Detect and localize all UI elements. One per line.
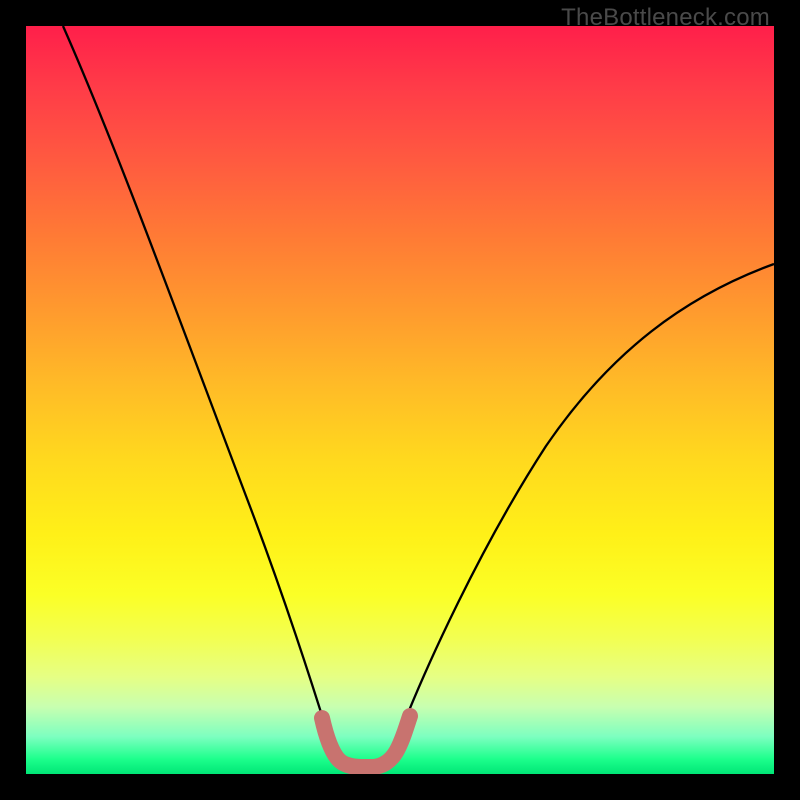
trough-highlight	[322, 716, 410, 767]
plot-area	[26, 26, 774, 774]
watermark-text: TheBottleneck.com	[561, 4, 770, 32]
chart-frame: TheBottleneck.com	[0, 0, 800, 800]
chart-svg	[26, 26, 774, 774]
curve-layer	[63, 26, 774, 767]
main-curve	[63, 26, 774, 764]
